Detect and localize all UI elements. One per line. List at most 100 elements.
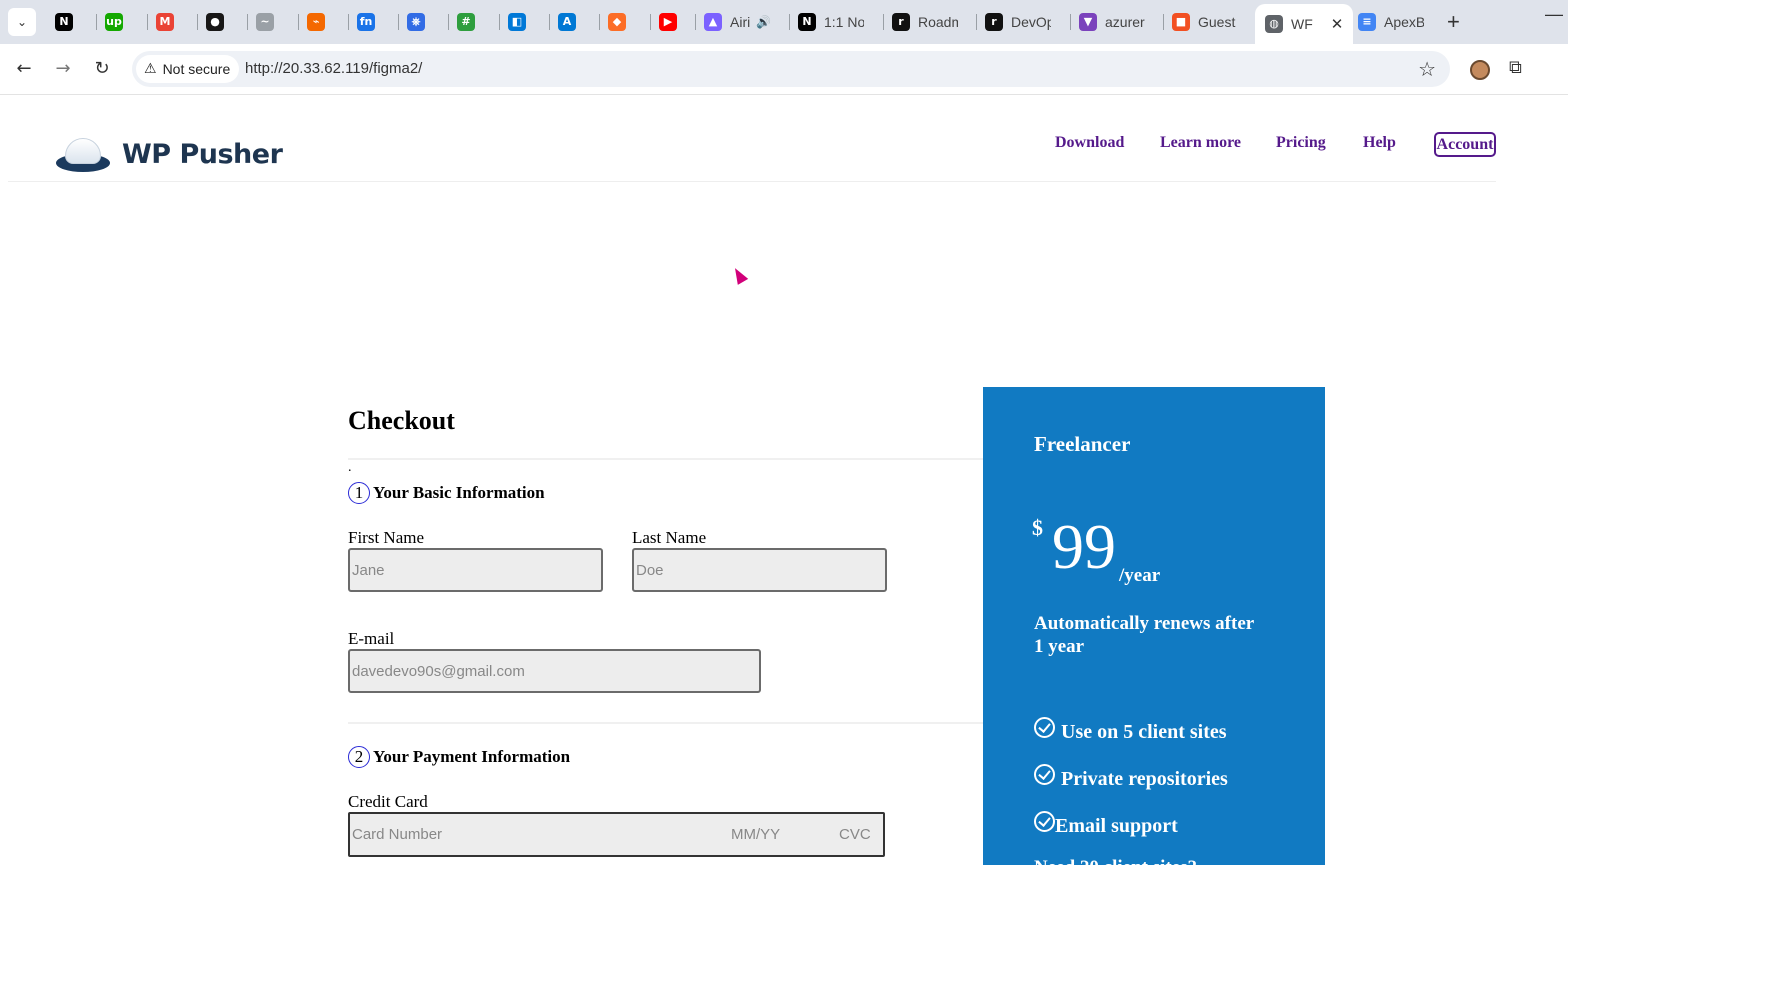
- youtube-icon: ▶: [659, 13, 677, 31]
- nav-help-link[interactable]: Help: [1363, 134, 1396, 152]
- browser-tab[interactable]: M: [156, 6, 182, 38]
- tab-active[interactable]: ◍ WF ✕: [1255, 4, 1354, 44]
- price-currency: $: [1032, 515, 1043, 540]
- tab-title: DevOp: [1011, 14, 1051, 30]
- tab-separator: [197, 14, 198, 30]
- plan-feature: Use on 5 client sites: [1034, 717, 1227, 744]
- tab-title: 1:1 Not: [824, 14, 864, 30]
- first-name-label: First Name: [348, 528, 425, 547]
- audio-playing-icon[interactable]: 🔊: [756, 15, 771, 29]
- browser-tab[interactable]: ◆: [608, 6, 634, 38]
- roadmap-icon: r: [985, 13, 1003, 31]
- profile-avatar[interactable]: [1470, 60, 1490, 80]
- new-tab-button[interactable]: +: [1447, 9, 1460, 35]
- browser-tab[interactable]: ◧: [508, 6, 534, 38]
- last-name-label: Last Name: [632, 528, 707, 547]
- tab-strip: ⌄ Nup M ● ~ ⌁ fn ⎈ # ◧ A ◆ ▶ ▲Airi🔊 N 1:1 Not rRoadm r De…: [0, 0, 1568, 44]
- hat-logo-icon: [56, 134, 110, 174]
- page-viewport: WP Pusher Download Learn more Pricing He…: [0, 96, 1568, 865]
- browser-tab[interactable]: ⌁: [307, 6, 333, 38]
- email-input[interactable]: davedevo90s@gmail.com: [348, 649, 761, 693]
- feature-label: Email support: [1055, 815, 1178, 837]
- step-title: Your Basic Information: [373, 483, 545, 502]
- tab-search-icon[interactable]: ⌄: [8, 8, 36, 36]
- more-sites-link[interactable]: Need 20 client sites?: [1034, 857, 1197, 865]
- price-period: /year: [1119, 565, 1161, 586]
- tab-separator: [398, 14, 399, 30]
- tab-separator: [448, 14, 449, 30]
- tab-title: Roadm: [918, 14, 958, 30]
- browser-tab[interactable]: r DevOp: [985, 6, 1051, 38]
- browser-tab[interactable]: #: [457, 6, 483, 38]
- tab-separator: [1163, 14, 1164, 30]
- azure-icon: A: [558, 13, 576, 31]
- browser-tab[interactable]: ▶: [659, 6, 685, 38]
- upwork-icon: up: [105, 13, 123, 31]
- browser-tab[interactable]: N: [55, 6, 81, 38]
- tab-separator: [599, 14, 600, 30]
- card-number-input[interactable]: Card Number: [352, 826, 442, 843]
- tab-title: WF: [1291, 16, 1313, 32]
- step-title: Your Payment Information: [373, 747, 571, 766]
- notion-icon: N: [55, 13, 73, 31]
- tab-separator: [695, 14, 696, 30]
- first-name-input[interactable]: Jane: [348, 548, 603, 592]
- bookmark-star-icon[interactable]: ☆: [1418, 57, 1436, 81]
- gitlab-icon: ◆: [608, 13, 626, 31]
- card-cvc-input[interactable]: CVC: [839, 826, 871, 843]
- tab-separator: [650, 14, 651, 30]
- browser-tab[interactable]: fn: [357, 6, 383, 38]
- browser-tab[interactable]: ~: [256, 6, 282, 38]
- tab-title: Guest u: [1198, 14, 1238, 30]
- browser-tab[interactable]: r Roadm: [892, 6, 958, 38]
- nav-learn-more-link[interactable]: Learn more: [1160, 134, 1241, 152]
- plan-name: Freelancer: [1034, 432, 1131, 456]
- extensions-puzzle-icon[interactable]: ⧉: [1509, 57, 1522, 78]
- handshake-icon: ~: [256, 13, 274, 31]
- plan-summary-panel: Freelancer $ 99 /year Automatically rene…: [983, 387, 1325, 865]
- browser-tab[interactable]: ▲ Airi 🔊: [704, 6, 771, 38]
- nav-download-link[interactable]: Download: [1055, 134, 1124, 152]
- tab-title: azurerr: [1105, 14, 1145, 30]
- browser-tab[interactable]: ⎈: [407, 6, 433, 38]
- site-security-chip[interactable]: ⚠ Not secure: [136, 55, 240, 83]
- fn-icon: fn: [357, 13, 375, 31]
- reload-button[interactable]: ↻: [89, 56, 115, 82]
- docs-icon: ≡: [1358, 13, 1376, 31]
- address-bar[interactable]: ⚠ Not secure http://20.33.62.119/figma2/…: [132, 51, 1450, 87]
- kubernetes-icon: ⎈: [407, 13, 425, 31]
- feature-label: Private repositories: [1061, 768, 1228, 790]
- plan-price: 99: [1052, 511, 1116, 582]
- site-header: WP Pusher Download Learn more Pricing He…: [8, 96, 1496, 182]
- nav-pricing-link[interactable]: Pricing: [1276, 134, 1326, 152]
- last-name-input[interactable]: Doe: [632, 548, 887, 592]
- site-logo[interactable]: WP Pusher: [56, 134, 283, 174]
- browser-tab[interactable]: ●: [206, 6, 232, 38]
- card-expiry-input[interactable]: MM/YY: [731, 826, 780, 843]
- browser-tab[interactable]: ≡ ApexBr: [1358, 6, 1424, 38]
- grid-icon: #: [457, 13, 475, 31]
- browser-tab[interactable]: ▼ azurerr: [1079, 6, 1145, 38]
- close-tab-icon[interactable]: ✕: [1331, 15, 1344, 33]
- notion-icon: N: [798, 13, 816, 31]
- tab-title: ApexBr: [1384, 14, 1424, 30]
- browser-tab[interactable]: up: [105, 6, 131, 38]
- step-number-badge: 1: [348, 482, 370, 504]
- forward-button[interactable]: →: [50, 56, 76, 82]
- browser-tab[interactable]: A: [558, 6, 584, 38]
- azure-devops-icon: ◧: [508, 13, 526, 31]
- back-button[interactable]: ←: [11, 56, 37, 82]
- plan-feature: Private repositories: [1034, 764, 1228, 791]
- feature-label: Use on 5 client sites: [1061, 721, 1227, 743]
- browser-tab[interactable]: ■ Guest u: [1172, 6, 1238, 38]
- security-label: Not secure: [162, 61, 231, 77]
- credit-card-input[interactable]: Card Number MM/YY CVC: [348, 812, 885, 857]
- github-icon: ●: [206, 13, 224, 31]
- minimize-window-button[interactable]: —: [1545, 4, 1563, 25]
- account-button[interactable]: Account: [1434, 132, 1496, 157]
- url-text[interactable]: http://20.33.62.119/figma2/: [245, 60, 422, 77]
- separator-dot: .: [348, 460, 352, 475]
- tab-separator: [298, 14, 299, 30]
- page-title: Checkout: [348, 406, 455, 435]
- browser-tab[interactable]: N 1:1 Not: [798, 6, 864, 38]
